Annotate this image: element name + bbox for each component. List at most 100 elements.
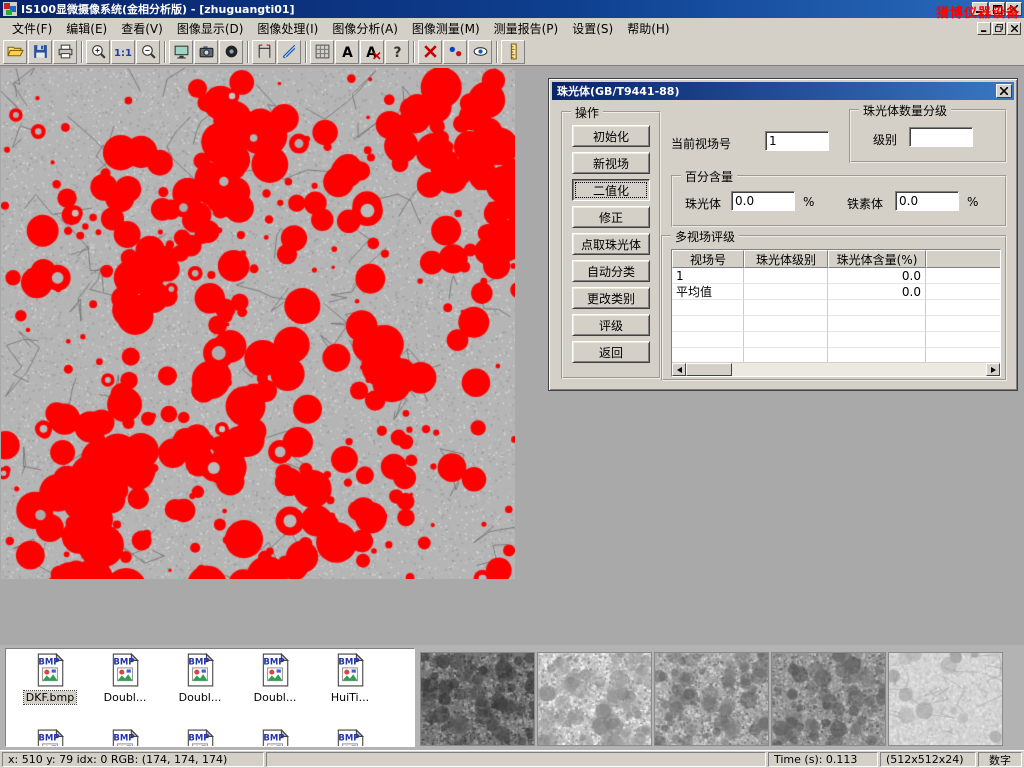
file-item[interactable] (314, 729, 386, 747)
menu-item-image-display[interactable]: 图像显示(D) (170, 18, 251, 39)
table-cell (672, 316, 744, 332)
return-button[interactable]: 返回 (572, 341, 650, 363)
ferrite-percent-input[interactable] (895, 191, 959, 211)
file-item[interactable]: DKF.bmp (14, 653, 86, 704)
menu-item-image-processing[interactable]: 图像处理(I) (250, 18, 325, 39)
table-cell[interactable]: 0.0 (828, 268, 926, 284)
file-item[interactable]: HuiTi... (314, 653, 386, 704)
pearlite-percent-input[interactable] (731, 191, 795, 211)
header-ferrite[interactable]: 铁素 (926, 250, 1001, 268)
table-body: 1 0.0 平均值 0.0 (672, 268, 1000, 364)
header-field[interactable]: 视场号 (672, 250, 744, 268)
file-item[interactable] (14, 729, 86, 747)
open-button[interactable] (3, 40, 27, 64)
table-cell[interactable] (744, 284, 828, 300)
color-dots-icon (447, 43, 464, 60)
new-field-button[interactable]: 新视场 (572, 152, 650, 174)
file-item[interactable] (89, 729, 161, 747)
zoom-in-button[interactable] (86, 40, 110, 64)
initialize-button[interactable]: 初始化 (572, 125, 650, 147)
help-icon: ? (389, 43, 406, 60)
current-field-input[interactable] (765, 131, 829, 151)
file-list: DKF.bmp Doubl... Doubl... Doubl... HuiTi… (5, 648, 415, 747)
file-item[interactable] (239, 729, 311, 747)
points-button[interactable] (443, 40, 467, 64)
sample-thumbnail-2[interactable] (537, 652, 652, 746)
mdi-minimize-button[interactable] (977, 22, 991, 35)
scroll-thumb[interactable] (686, 363, 732, 376)
sample-thumbnail-3[interactable] (654, 652, 769, 746)
grade-button[interactable]: 评级 (572, 314, 650, 336)
delete-measure-button[interactable] (418, 40, 442, 64)
file-name: Doubl... (177, 691, 224, 704)
metallograph-image[interactable] (1, 68, 515, 579)
menu-item-help[interactable]: 帮助(H) (620, 18, 676, 39)
grid-button[interactable] (310, 40, 334, 64)
header-pearlite-percent[interactable]: 珠光体含量(%) (828, 250, 926, 268)
table-cell (926, 332, 1001, 348)
mdi-restore-button[interactable] (992, 22, 1006, 35)
bmp-file-icon (33, 729, 67, 747)
dialog-title-bar[interactable]: 珠光体(GB/T9441-88) (552, 82, 1014, 100)
zoom-out-icon (140, 43, 157, 60)
print-button[interactable] (53, 40, 77, 64)
scroll-track[interactable] (732, 363, 986, 376)
file-item[interactable]: Doubl... (164, 653, 236, 704)
auto-classify-button[interactable]: 自动分类 (572, 260, 650, 282)
menu-item-settings[interactable]: 设置(S) (565, 18, 620, 39)
image-display-button[interactable] (169, 40, 193, 64)
correct-button[interactable]: 修正 (572, 206, 650, 228)
zoom-out-button[interactable] (136, 40, 160, 64)
sample-thumbnail-5[interactable] (888, 652, 1003, 746)
binarize-button[interactable]: 二值化 (572, 179, 650, 201)
menu-item-view[interactable]: 查看(V) (114, 18, 170, 39)
grade-input[interactable] (909, 127, 973, 147)
table-cell[interactable]: 0.0 (828, 284, 926, 300)
table-cell[interactable]: 平均值 (672, 284, 744, 300)
table-cell[interactable] (926, 268, 1001, 284)
menu-item-image-measure[interactable]: 图像测量(M) (405, 18, 487, 39)
menu-item-measure-report[interactable]: 测量报告(P) (487, 18, 566, 39)
sample-thumbnail-1[interactable] (420, 652, 535, 746)
pick-pearlite-button[interactable]: 点取珠光体 (572, 233, 650, 255)
scroll-left-button[interactable] (672, 363, 686, 376)
text-annotation-button[interactable]: A (335, 40, 359, 64)
table-cell (926, 300, 1001, 316)
save-button[interactable] (28, 40, 52, 64)
scroll-right-button[interactable] (986, 363, 1000, 376)
change-class-button[interactable]: 更改类别 (572, 287, 650, 309)
capture-button[interactable] (219, 40, 243, 64)
dialog-close-button[interactable] (996, 84, 1012, 98)
preview-button[interactable] (468, 40, 492, 64)
actual-size-button[interactable]: 1:1 (111, 40, 135, 64)
menu-item-edit[interactable]: 编辑(E) (59, 18, 114, 39)
eye-icon (472, 43, 489, 60)
title-bar: IS100显微摄像系统(金相分析版) - [zhuguangti01] (0, 0, 1024, 18)
bmp-file-icon (333, 653, 367, 687)
file-item[interactable]: Doubl... (239, 653, 311, 704)
menu-item-image-analysis[interactable]: 图像分析(A) (325, 18, 405, 39)
vertical-ruler-icon (505, 43, 522, 60)
image-size-status: (512x512x24) (880, 752, 976, 767)
file-item[interactable]: Doubl... (89, 653, 161, 704)
svg-text:A: A (342, 45, 353, 60)
sample-thumbnail-4[interactable] (771, 652, 886, 746)
table-cell[interactable] (744, 268, 828, 284)
header-grade[interactable]: 珠光体级别 (744, 250, 828, 268)
caliper-button[interactable] (252, 40, 276, 64)
svg-text:1:1: 1:1 (114, 48, 132, 59)
camera-button[interactable] (194, 40, 218, 64)
file-name: DKF.bmp (24, 691, 76, 704)
file-item[interactable] (164, 729, 236, 747)
measure-length-button[interactable] (277, 40, 301, 64)
table-cell[interactable]: 1 (672, 268, 744, 284)
menu-item-file[interactable]: 文件(F) (5, 18, 59, 39)
scale-ruler-button[interactable] (501, 40, 525, 64)
mdi-close-button[interactable] (1007, 22, 1021, 35)
ferrite-unit: % (967, 195, 978, 209)
table-cell[interactable] (926, 284, 1001, 300)
bmp-file-icon (183, 653, 217, 687)
delete-annotation-button[interactable]: A (360, 40, 384, 64)
dialog-title: 珠光体(GB/T9441-88) (557, 83, 679, 99)
help-button[interactable]: ? (385, 40, 409, 64)
